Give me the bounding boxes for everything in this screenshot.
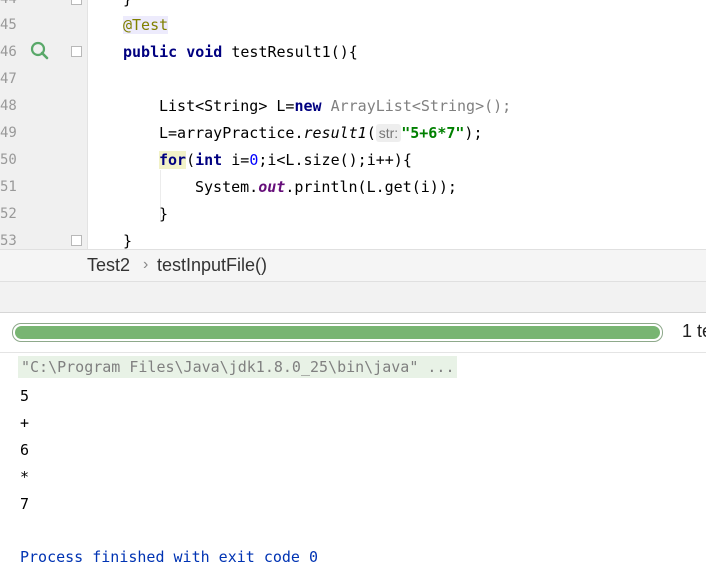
keyword-void: void xyxy=(186,43,223,61)
code-line-49[interactable]: L=arrayPractice.result1(str: "5+6*7"); xyxy=(159,124,482,142)
test-progress-fill xyxy=(15,326,660,339)
method-signature: testResult1(){ xyxy=(222,43,358,61)
line-number: 49 xyxy=(0,125,17,141)
panel-header-strip xyxy=(0,282,706,312)
line-number: 44 xyxy=(0,0,24,7)
parameter-hint: str: xyxy=(375,124,402,142)
keyword-for: for xyxy=(159,151,187,169)
test-count-label: 1 te xyxy=(682,321,706,341)
line-number: 50 xyxy=(0,152,17,168)
line-number: 53 xyxy=(0,233,17,249)
string-literal: "5+6*7" xyxy=(401,124,465,142)
test-runner-bar: 1 te xyxy=(0,312,706,352)
test-annotation: @Test xyxy=(123,16,169,34)
keyword-int: int xyxy=(195,151,223,169)
line-number: 46 xyxy=(0,44,17,60)
run-test-icon[interactable] xyxy=(30,41,50,61)
keyword-public: public xyxy=(123,43,178,61)
console-output-line: 6 xyxy=(20,441,30,459)
breadcrumb: Test2 › testInputFile() xyxy=(0,249,706,282)
process-finished-message: Process finished with exit code 0 xyxy=(20,548,319,565)
run-console[interactable]: "C:\Program Files\Java\jdk1.8.0_25\bin\j… xyxy=(0,352,706,565)
keyword-new: new xyxy=(294,97,322,115)
code-line-46[interactable]: public void testResult1(){ xyxy=(123,43,358,61)
breadcrumb-method[interactable]: testInputFile() xyxy=(157,255,267,276)
code-editor[interactable]: 44 45 46 47 48 49 50 51 52 53 } @Test pu… xyxy=(0,0,706,249)
console-output-line: * xyxy=(20,468,30,486)
fold-end-icon[interactable] xyxy=(71,235,82,246)
code-line-53[interactable]: } xyxy=(123,232,132,249)
code-line-45[interactable]: @Test xyxy=(123,16,169,34)
code-line-50[interactable]: for(int i=0;i<L.size();i++){ xyxy=(159,151,412,169)
code-line-48[interactable]: List<String> L=new ArrayList<String>(); xyxy=(159,97,511,115)
fold-start-icon[interactable] xyxy=(71,46,82,57)
line-number: 48 xyxy=(0,98,17,114)
method-call: result1 xyxy=(303,124,367,142)
console-output-line: 5 xyxy=(20,387,30,405)
code-line-52[interactable]: } xyxy=(159,205,168,223)
static-field-out: out xyxy=(258,178,286,196)
line-number: 47 xyxy=(0,71,17,87)
line-number: 45 xyxy=(0,17,17,33)
code-line-51[interactable]: System.out.println(L.get(i)); xyxy=(195,178,457,196)
code-line-44[interactable]: } xyxy=(123,0,132,8)
console-output-line: + xyxy=(20,414,30,432)
number-literal: 0 xyxy=(249,151,259,169)
breadcrumb-separator: › xyxy=(143,256,149,273)
fold-end-icon[interactable] xyxy=(71,0,82,5)
line-number: 52 xyxy=(0,206,17,222)
test-progress-bar xyxy=(12,323,663,342)
line-number: 51 xyxy=(0,179,17,195)
gutter-separator xyxy=(87,0,88,249)
console-output-line: 7 xyxy=(20,495,30,513)
breadcrumb-class[interactable]: Test2 xyxy=(87,255,130,276)
console-command-line[interactable]: "C:\Program Files\Java\jdk1.8.0_25\bin\j… xyxy=(18,356,458,378)
